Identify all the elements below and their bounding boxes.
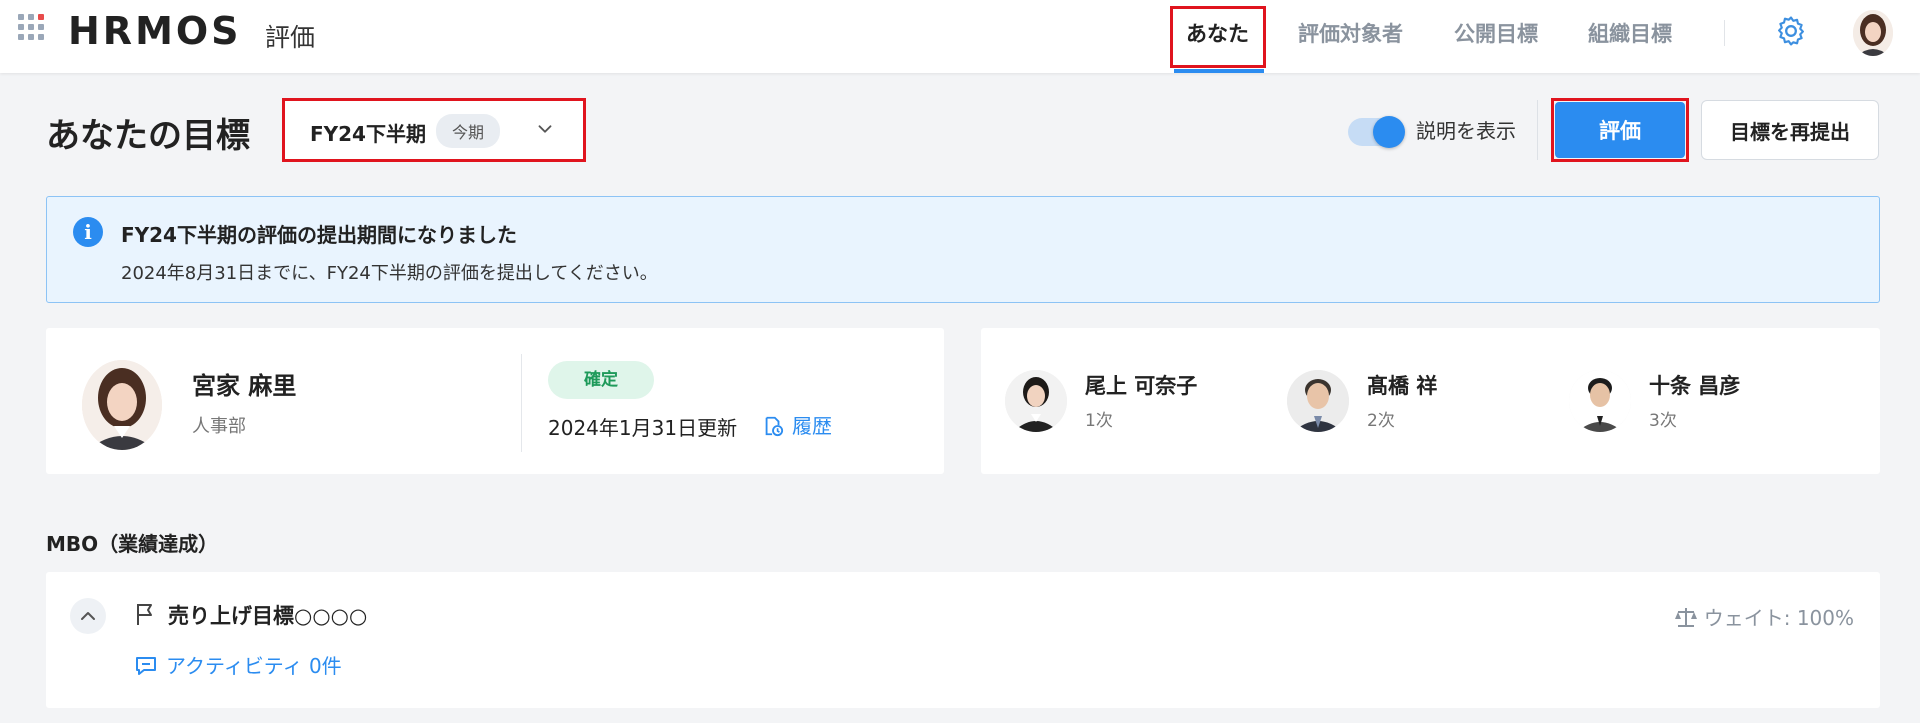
product-name: 評価 [265, 23, 316, 52]
evaluator-photo [1005, 370, 1067, 432]
evaluator-role: 3次 [1649, 411, 1677, 431]
tab-org-goals[interactable]: 組織目標 [1588, 18, 1672, 48]
evaluator-role: 1次 [1085, 411, 1113, 431]
highlight-box-evaluate [1551, 98, 1689, 162]
resubmit-goals-button[interactable]: 目標を再提出 [1701, 100, 1879, 160]
banner-title: FY24下半期の評価の提出期間になりました [121, 223, 517, 247]
toggle-knob [1373, 116, 1405, 148]
toggle-label: 説明を表示 [1416, 119, 1516, 143]
profile-photo [82, 360, 162, 450]
info-icon: i [73, 217, 103, 247]
highlight-box-tab [1170, 6, 1266, 68]
info-banner: i FY24下半期の評価の提出期間になりました 2024年8月31日までに、FY… [46, 196, 1880, 303]
evaluator-photo [1569, 370, 1631, 432]
status-badge: 確定 [548, 361, 654, 399]
history-link[interactable]: 履歴 [762, 410, 832, 439]
nav-divider [1724, 20, 1725, 46]
evaluator-role: 2次 [1367, 411, 1395, 431]
chevron-up-icon [81, 612, 95, 620]
evaluators-card: 尾上 可奈子 1次 髙橋 祥 2次 十条 昌彦 3次 [981, 328, 1880, 474]
history-link-label: 履歴 [792, 414, 832, 438]
history-icon [765, 416, 784, 437]
comment-icon [136, 657, 156, 675]
active-tab-indicator [1174, 69, 1264, 73]
flag-icon [137, 604, 152, 625]
user-avatar[interactable] [1853, 10, 1893, 56]
evaluator-name: 尾上 可奈子 [1085, 374, 1198, 398]
profile-department: 人事部 [192, 416, 246, 437]
card-divider [521, 354, 522, 452]
goal-card: 売り上げ目標○○○○ ウェイト: 100% アクティビティ 0件 [46, 572, 1880, 708]
updated-date: 2024年1月31日更新 [548, 416, 738, 440]
goal-weight-value: ウェイト: 100% [1703, 606, 1854, 630]
header-divider [1537, 100, 1538, 160]
tab-evaluatees[interactable]: 評価対象者 [1298, 18, 1403, 48]
page-title: あなたの目標 [46, 116, 250, 156]
collapse-button[interactable] [70, 598, 106, 634]
highlight-box-period [282, 98, 586, 162]
mbo-section-title: MBO（業績達成） [46, 532, 219, 556]
evaluator-photo [1287, 370, 1349, 432]
top-navigation-bar: HRMOS 評価 あなた 評価対象者 公開目標 組織目標 [0, 0, 1920, 73]
hrmos-logo[interactable]: HRMOS [68, 9, 242, 53]
evaluator-name: 十条 昌彦 [1649, 374, 1741, 398]
profile-card: 宮家 麻里 人事部 確定 2024年1月31日更新 履歴 [46, 328, 944, 474]
scale-icon [1674, 608, 1697, 627]
evaluator-name: 髙橋 祥 [1367, 374, 1438, 398]
activity-link-label: アクティビティ 0件 [166, 654, 342, 678]
apps-grid-icon[interactable] [18, 14, 50, 46]
gear-icon[interactable] [1774, 14, 1808, 48]
goal-title[interactable]: 売り上げ目標○○○○ [168, 600, 367, 630]
banner-text: 2024年8月31日までに、FY24下半期の評価を提出してください。 [121, 263, 658, 284]
profile-name: 宮家 麻里 [192, 372, 297, 400]
tab-public-goals[interactable]: 公開目標 [1454, 18, 1538, 48]
goal-weight: ウェイト: 100% [1674, 602, 1854, 631]
activity-link[interactable]: アクティビティ 0件 [134, 650, 342, 679]
show-description-toggle[interactable] [1348, 116, 1405, 148]
